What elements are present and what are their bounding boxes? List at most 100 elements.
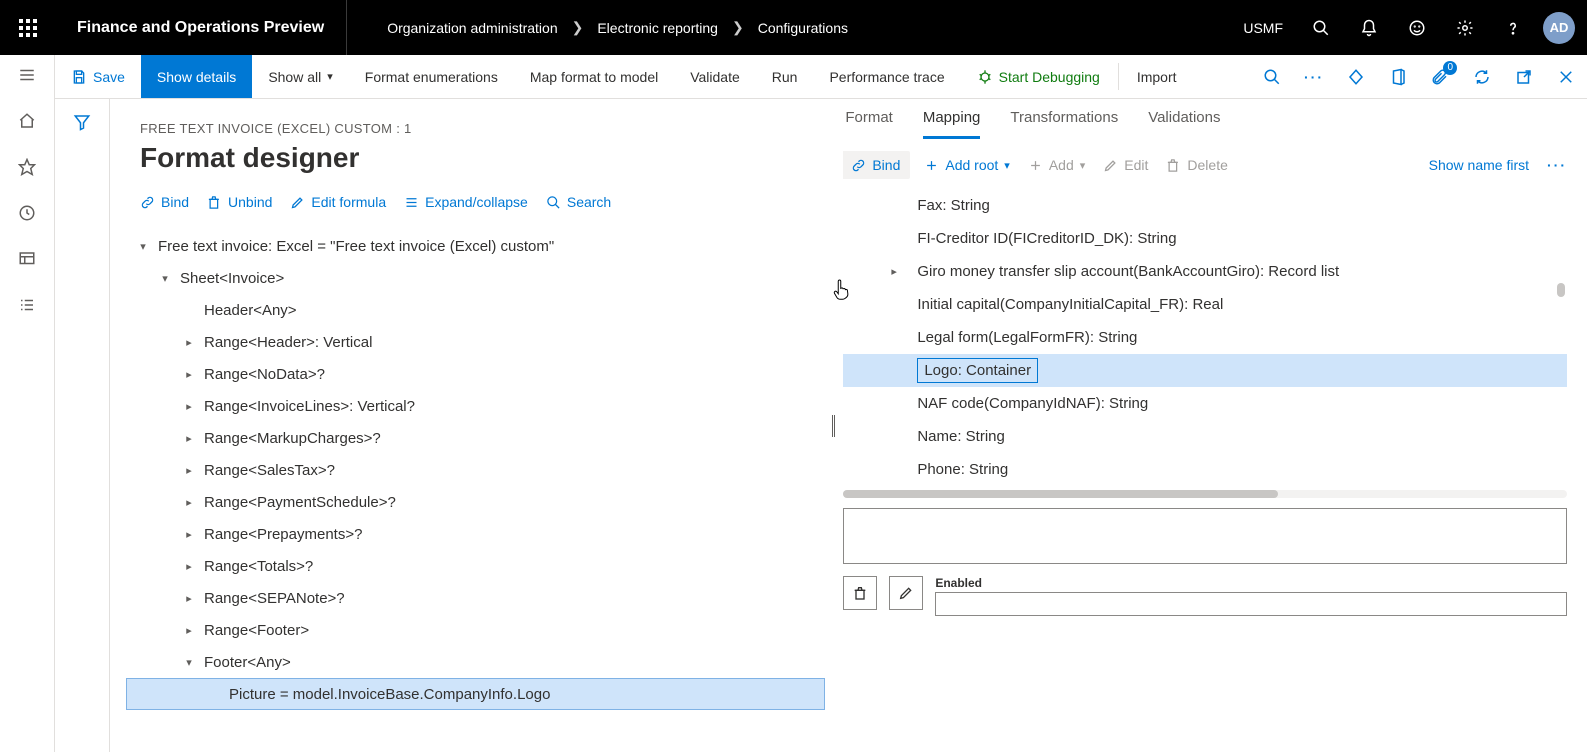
format-tree-row[interactable]: ▸Range<Totals>? xyxy=(126,550,825,582)
caret-right-icon[interactable]: ▸ xyxy=(180,528,198,541)
modules-icon[interactable] xyxy=(17,295,37,315)
show-name-first-button[interactable]: Show name first xyxy=(1429,157,1529,173)
refresh-icon[interactable] xyxy=(1461,55,1503,98)
home-icon[interactable] xyxy=(17,111,37,131)
save-button[interactable]: Save xyxy=(55,55,141,98)
start-debugging-button[interactable]: Start Debugging xyxy=(961,55,1116,98)
diamond-icon[interactable] xyxy=(1335,55,1377,98)
search-command-icon[interactable] xyxy=(1251,55,1293,98)
office-icon[interactable] xyxy=(1377,55,1419,98)
caret-right-icon[interactable]: ▸ xyxy=(180,496,198,509)
scrollbar-thumb[interactable] xyxy=(1557,283,1565,297)
format-tree-row[interactable]: ▸Range<NoData>? xyxy=(126,358,825,390)
show-details-button[interactable]: Show details xyxy=(141,55,252,98)
caret-right-icon[interactable]: ▸ xyxy=(180,368,198,381)
breadcrumb-configs[interactable]: Configurations xyxy=(758,20,848,36)
map-format-button[interactable]: Map format to model xyxy=(514,55,674,98)
caret-right-icon[interactable]: ▸ xyxy=(180,432,198,445)
breadcrumb-er[interactable]: Electronic reporting xyxy=(597,20,718,36)
format-tree[interactable]: ▾Free text invoice: Excel = "Free text i… xyxy=(110,226,825,752)
expand-collapse-button[interactable]: Expand/collapse xyxy=(404,194,528,210)
format-tree-row[interactable]: ▸Range<Prepayments>? xyxy=(126,518,825,550)
caret-down-icon[interactable]: ▾ xyxy=(180,656,198,669)
unbind-button[interactable]: Unbind xyxy=(207,194,272,210)
datasource-tree-row[interactable]: Phone: String xyxy=(843,453,1567,486)
caret-right-icon[interactable]: ▸ xyxy=(180,560,198,573)
filter-icon[interactable] xyxy=(73,113,91,134)
format-enumerations-button[interactable]: Format enumerations xyxy=(349,55,514,98)
app-launcher-icon[interactable] xyxy=(0,0,55,55)
format-tree-row[interactable]: ▸Range<SEPANote>? xyxy=(126,582,825,614)
caret-right-icon[interactable]: ▸ xyxy=(891,265,897,278)
tab-validations[interactable]: Validations xyxy=(1148,109,1220,139)
run-button[interactable]: Run xyxy=(756,55,814,98)
separator xyxy=(1118,63,1119,90)
mapping-bind-button[interactable]: Bind xyxy=(843,151,910,179)
lower-edit-button[interactable] xyxy=(889,576,923,610)
caret-down-icon[interactable]: ▾ xyxy=(134,240,152,253)
tab-mapping[interactable]: Mapping xyxy=(923,109,981,139)
horizontal-scrollbar[interactable] xyxy=(843,490,1567,498)
caret-right-icon[interactable]: ▸ xyxy=(180,624,198,637)
lower-delete-button[interactable] xyxy=(843,576,877,610)
validate-button[interactable]: Validate xyxy=(674,55,756,98)
datasource-tree-row[interactable]: Fax: String xyxy=(843,189,1567,222)
format-tree-row[interactable]: Header<Any> xyxy=(126,294,825,326)
attach-icon[interactable]: 0 xyxy=(1419,55,1461,98)
help-icon[interactable] xyxy=(1489,0,1537,55)
tab-transformations[interactable]: Transformations xyxy=(1010,109,1118,139)
bell-icon[interactable] xyxy=(1345,0,1393,55)
bind-button[interactable]: Bind xyxy=(140,194,189,210)
datasource-tree-row[interactable]: FI-Creditor ID(FICreditorID_DK): String xyxy=(843,222,1567,255)
search-icon[interactable] xyxy=(1297,0,1345,55)
format-tree-row[interactable]: ▾Free text invoice: Excel = "Free text i… xyxy=(126,230,825,262)
right-more-button[interactable]: ··· xyxy=(1547,157,1567,173)
caret-right-icon[interactable]: ▸ xyxy=(180,592,198,605)
popout-icon[interactable] xyxy=(1503,55,1545,98)
format-tree-row[interactable]: Picture = model.InvoiceBase.CompanyInfo.… xyxy=(126,678,825,710)
format-tree-row[interactable]: ▸Range<SalesTax>? xyxy=(126,454,825,486)
datasource-tree-row[interactable]: NAF code(CompanyIdNAF): String xyxy=(843,387,1567,420)
search-tree-button[interactable]: Search xyxy=(546,194,611,210)
format-tree-row[interactable]: ▸Range<MarkupCharges>? xyxy=(126,422,825,454)
avatar[interactable]: AD xyxy=(1543,12,1575,44)
caret-right-icon[interactable]: ▸ xyxy=(180,336,198,349)
format-tree-row[interactable]: ▾Footer<Any> xyxy=(126,646,825,678)
lower-panel: Enabled xyxy=(843,508,1567,616)
datasource-tree-row[interactable]: Legal form(LegalFormFR): String xyxy=(843,321,1567,354)
add-root-button[interactable]: Add root▾ xyxy=(924,157,1009,173)
format-tree-row[interactable]: ▸Range<Header>: Vertical xyxy=(126,326,825,358)
star-icon[interactable] xyxy=(17,157,37,177)
datasource-tree-row[interactable]: Name: String xyxy=(843,420,1567,453)
caret-down-icon[interactable]: ▾ xyxy=(156,272,174,285)
datasource-tree[interactable]: Fax: String FI-Creditor ID(FICreditorID_D… xyxy=(843,189,1567,486)
clock-icon[interactable] xyxy=(17,203,37,223)
format-tree-row[interactable]: ▸Range<Footer> xyxy=(126,614,825,646)
perf-trace-button[interactable]: Performance trace xyxy=(813,55,960,98)
workspace-icon[interactable] xyxy=(17,249,37,269)
splitter-handle[interactable] xyxy=(825,99,843,752)
caret-right-icon[interactable]: ▸ xyxy=(180,464,198,477)
hamburger-icon[interactable] xyxy=(17,65,37,85)
tree-row-label: FI-Creditor ID(FICreditorID_DK): String xyxy=(917,230,1176,247)
more-command-icon[interactable]: ··· xyxy=(1293,55,1335,98)
scrollbar-thumb[interactable] xyxy=(843,490,1277,498)
format-tree-row[interactable]: ▸Range<InvoiceLines>: Vertical? xyxy=(126,390,825,422)
enabled-field[interactable] xyxy=(935,592,1567,616)
edit-formula-button[interactable]: Edit formula xyxy=(290,194,386,210)
show-all-button[interactable]: Show all ▾ xyxy=(252,55,348,98)
gear-icon[interactable] xyxy=(1441,0,1489,55)
formula-input[interactable] xyxy=(843,508,1567,564)
datasource-tree-row[interactable]: ▸Giro money transfer slip account(BankAc… xyxy=(843,255,1567,288)
format-tree-row[interactable]: ▸Range<PaymentSchedule>? xyxy=(126,486,825,518)
smiley-icon[interactable] xyxy=(1393,0,1441,55)
format-tree-row[interactable]: ▾Sheet<Invoice> xyxy=(126,262,825,294)
datasource-tree-row[interactable]: Logo: Container xyxy=(843,354,1567,387)
import-button[interactable]: Import xyxy=(1121,55,1193,98)
tab-format[interactable]: Format xyxy=(845,109,893,139)
breadcrumb-org-admin[interactable]: Organization administration xyxy=(387,20,557,36)
company-label[interactable]: USMF xyxy=(1229,20,1297,36)
close-icon[interactable] xyxy=(1545,55,1587,98)
caret-right-icon[interactable]: ▸ xyxy=(180,400,198,413)
datasource-tree-row[interactable]: Initial capital(CompanyInitialCapital_FR… xyxy=(843,288,1567,321)
